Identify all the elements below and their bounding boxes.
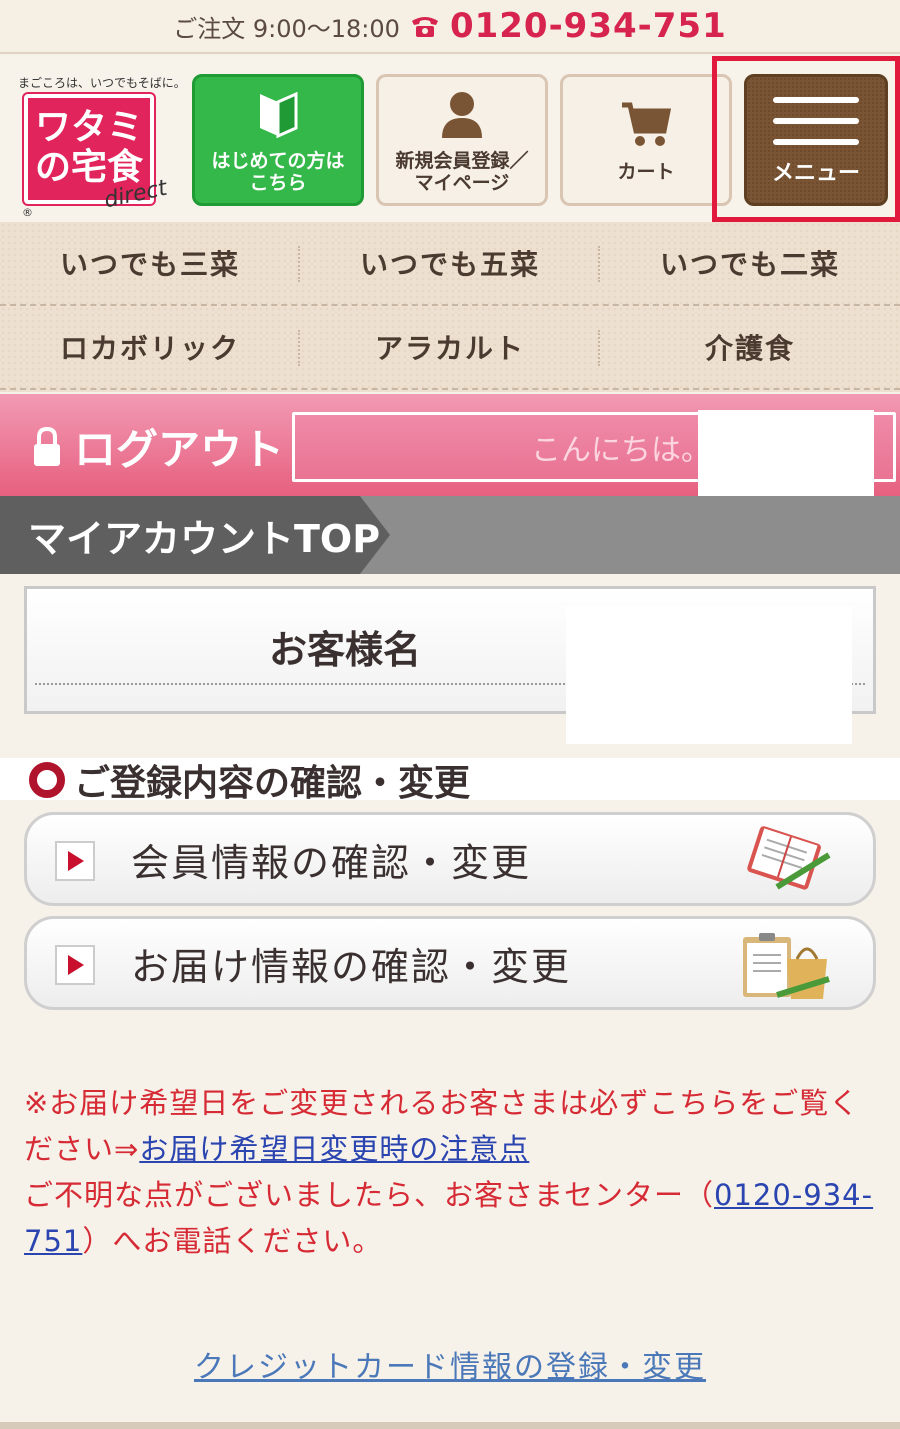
- notice-text-2: ご不明な点がございましたら、お客さまセンター（: [24, 1178, 715, 1212]
- delivery-info-button[interactable]: お届け情報の確認・変更: [24, 916, 876, 1010]
- category-gosai[interactable]: いつでも五菜: [300, 222, 600, 304]
- telephone-icon: [411, 17, 438, 37]
- category-alacarte[interactable]: アラカルト: [300, 306, 600, 388]
- notice-text-3: ）へお電話ください。: [82, 1224, 383, 1258]
- person-icon: [442, 92, 482, 138]
- lock-icon: [34, 426, 60, 466]
- section-title: ご登録内容の確認・変更: [74, 763, 471, 804]
- category-nisai[interactable]: いつでも二菜: [600, 222, 900, 304]
- play-arrow-icon: [55, 945, 95, 985]
- play-arrow-icon: [55, 841, 95, 881]
- customer-name-label: お客様名: [269, 628, 422, 672]
- category-row: ロカボリック アラカルト 介護食: [0, 306, 900, 390]
- cart-label: カート: [617, 161, 675, 183]
- register-mypage-label: 新規会員登録／ マイページ: [395, 150, 529, 194]
- ring-bullet-icon: [29, 762, 65, 798]
- logo-registered: ®: [22, 206, 33, 219]
- section-heading: ご登録内容の確認・変更: [28, 754, 470, 806]
- redacted-customer-name: [566, 606, 852, 744]
- category-locabolic[interactable]: ロカボリック: [0, 306, 300, 388]
- bottom-divider: [0, 1422, 900, 1429]
- category-sansai[interactable]: いつでも三菜: [0, 222, 300, 304]
- site-header: まごころは、いつでもそばに。 ワタミ の宅食 direct ® はじめての方は …: [0, 56, 900, 222]
- member-info-button[interactable]: 会員情報の確認・変更: [24, 812, 876, 906]
- order-hours: ご注文 9:00〜18:00: [173, 14, 400, 43]
- logout-button[interactable]: ログアウト: [32, 416, 284, 477]
- register-mypage-button[interactable]: 新規会員登録／ マイページ: [376, 74, 548, 206]
- logout-label: ログアウト: [74, 425, 285, 474]
- category-care-food[interactable]: 介護食: [600, 306, 900, 388]
- delivery-notice: ※お届け希望日をご変更されるお客さまは必ずこちらをご覧ください⇒お届け希望日変更…: [24, 1080, 876, 1264]
- delivery-date-notes-link[interactable]: お届け希望日変更時の注意点: [139, 1132, 529, 1166]
- beginner-leaf-icon: [260, 91, 298, 139]
- redacted-name: [698, 410, 874, 496]
- category-nav: いつでも三菜 いつでも五菜 いつでも二菜 ロカボリック アラカルト 介護食: [0, 222, 900, 392]
- credit-card-link[interactable]: クレジットカード情報の登録・変更: [0, 1342, 900, 1386]
- delivery-info-label: お届け情報の確認・変更: [131, 944, 572, 989]
- cart-icon: [622, 102, 672, 146]
- first-time-button[interactable]: はじめての方は こちら: [192, 74, 364, 206]
- logo-line-1: ワタミ: [34, 107, 143, 148]
- menu-highlight-box: [712, 56, 900, 222]
- order-hours-bar: ご注文 9:00〜18:00 0120-934-751: [0, 0, 900, 54]
- category-row: いつでも三菜 いつでも五菜 いつでも二菜: [0, 222, 900, 306]
- first-time-label: はじめての方は こちら: [211, 150, 345, 194]
- watami-logo[interactable]: まごころは、いつでもそばに。 ワタミ の宅食 direct ®: [16, 70, 186, 220]
- logout-bar: ログアウト こんにちは。: [0, 394, 900, 496]
- phone-number[interactable]: 0120-934-751: [450, 6, 727, 46]
- notebook-pen-icon: [747, 826, 831, 890]
- member-info-label: 会員情報の確認・変更: [131, 840, 532, 885]
- clipboard-bag-icon: [743, 933, 830, 999]
- account-top-tab[interactable]: マイアカウントTOP: [0, 496, 390, 574]
- logo-tagline: まごころは、いつでもそばに。: [18, 76, 186, 90]
- account-top-bar: マイアカウントTOP: [0, 496, 900, 574]
- greeting-text: こんにちは。: [531, 433, 711, 468]
- cart-button[interactable]: カート: [560, 74, 732, 206]
